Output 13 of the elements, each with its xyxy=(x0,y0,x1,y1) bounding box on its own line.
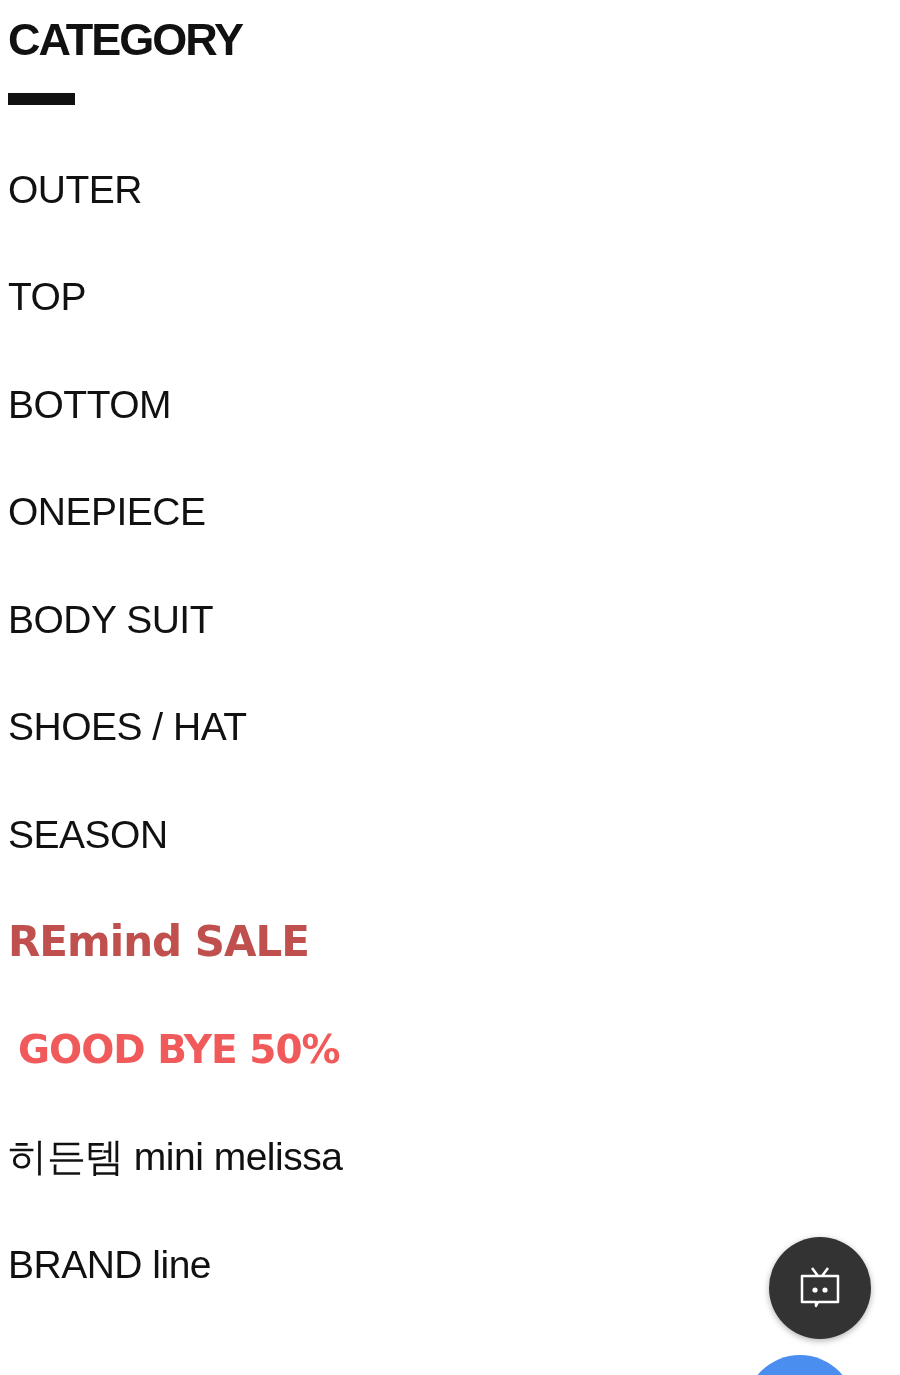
category-link[interactable]: BODY SUIT xyxy=(8,596,213,643)
category-link[interactable]: SHOES / HAT xyxy=(8,704,247,751)
category-link[interactable]: SEASON xyxy=(8,811,168,858)
category-link[interactable]: BRAND line xyxy=(8,1241,212,1288)
category-link[interactable]: OUTER xyxy=(8,166,142,213)
category-link[interactable]: 히든템 mini melissa xyxy=(8,1134,343,1181)
chatbot-button[interactable] xyxy=(769,1237,871,1339)
category-link[interactable]: BOTTOM xyxy=(8,381,172,428)
sale-banner-link[interactable]: REmind SALE xyxy=(8,917,309,968)
category-title: CATEGORY xyxy=(7,13,244,66)
category-link[interactable]: ONEPIECE xyxy=(8,489,206,536)
category-link[interactable]: TOP xyxy=(8,274,86,321)
title-underline xyxy=(8,93,75,105)
